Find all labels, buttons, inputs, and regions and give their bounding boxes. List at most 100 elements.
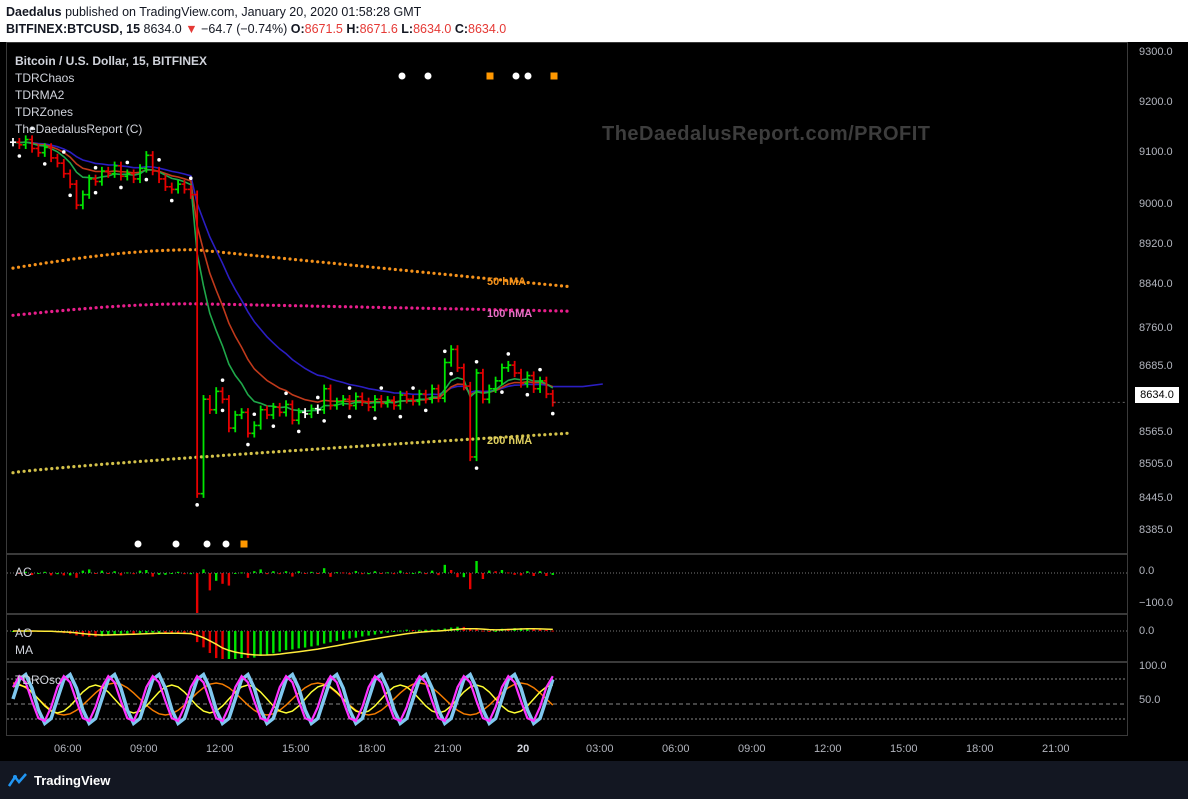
- ma200-dot: [377, 443, 381, 447]
- ma50-dot: [138, 250, 142, 254]
- ma200-dot: [61, 466, 65, 470]
- tradingview-brand[interactable]: TradingView: [34, 773, 110, 788]
- tdrosc-label[interactable]: TDROsc: [15, 673, 61, 687]
- ma200-dot: [210, 454, 214, 458]
- ma200-dot: [233, 453, 237, 457]
- ma200-dot: [155, 458, 159, 462]
- ac-bar: [284, 571, 288, 573]
- ma100-dot: [238, 303, 242, 307]
- ma50-dot: [415, 270, 419, 274]
- ao-bar: [481, 630, 485, 632]
- signal-dot: [203, 540, 211, 548]
- ao-bar: [399, 630, 402, 632]
- ma200-dot: [44, 467, 48, 471]
- tdrosc-svg[interactable]: [7, 663, 1128, 736]
- open-value: 8671.5: [304, 22, 343, 36]
- ma50-dot: [465, 275, 469, 279]
- time-tick: 18:00: [358, 743, 386, 755]
- legend-item-tdrma2[interactable]: TDRMA2: [15, 87, 207, 104]
- ao-pane[interactable]: AO MA: [6, 614, 1128, 662]
- ac-bar: [81, 570, 85, 573]
- ac-bar: [475, 561, 478, 573]
- legend-item-daedalus[interactable]: TheDaedalusReport (C): [15, 121, 207, 138]
- ao-bar: [202, 631, 205, 648]
- ac-bar: [157, 573, 161, 575]
- ma50-dot: [28, 263, 32, 268]
- ma50-dot: [111, 252, 115, 256]
- ma100-dot: [543, 309, 547, 313]
- ma100-dot: [360, 305, 364, 309]
- ac-pane[interactable]: AC: [6, 554, 1128, 614]
- signal-dot: [424, 72, 432, 80]
- fractal-dot: [252, 412, 257, 417]
- ma50-dot: [293, 258, 298, 262]
- ac-bar: [430, 570, 434, 573]
- signal-square: [550, 72, 558, 80]
- ma100-dot: [438, 307, 442, 311]
- tdrosc-axis: 100.0 50.0: [1129, 660, 1188, 736]
- ma200-dot: [177, 456, 181, 461]
- ma100-dot: [548, 309, 553, 313]
- ma100-dot: [210, 302, 214, 306]
- ma200-dot: [77, 464, 82, 468]
- ac-bar: [386, 572, 389, 574]
- tradingview-logo-icon[interactable]: [8, 772, 28, 788]
- ma100-dot: [432, 306, 436, 311]
- low-label: L:: [401, 22, 414, 36]
- time-tick: 09:00: [130, 743, 158, 755]
- price-axis[interactable]: 9300.0 9200.0 9100.0 9000.0 8920.0 8840.…: [1129, 42, 1188, 554]
- ac-bar: [526, 571, 529, 573]
- ma200-dot: [100, 462, 104, 466]
- ao-label[interactable]: AO: [15, 626, 32, 640]
- ma200-dot: [138, 459, 142, 463]
- ma50-dot: [393, 267, 397, 272]
- ma50-dot: [210, 249, 214, 253]
- publisher-name[interactable]: Daedalus: [6, 5, 62, 19]
- ac-bar: [272, 571, 275, 573]
- ma50-dot: [61, 258, 65, 263]
- ma200-dot: [310, 447, 314, 451]
- legend-item-tdrzones[interactable]: TDRZones: [15, 104, 207, 121]
- ac-bar: [234, 573, 237, 574]
- ma50-dot: [471, 275, 475, 279]
- ma200-dot: [277, 450, 281, 454]
- fractal-dot: [220, 378, 225, 382]
- ma50-dot: [233, 252, 237, 256]
- ma200-dot: [127, 460, 131, 464]
- ao-ma-label[interactable]: MA: [15, 643, 33, 657]
- fractal-dot: [93, 190, 98, 195]
- ma200-dot: [415, 441, 419, 445]
- legend-item-tdrchaos[interactable]: TDRChaos: [15, 70, 207, 87]
- ma200-dot: [454, 438, 458, 442]
- ma200-dot: [554, 432, 558, 436]
- ma200-dot: [105, 462, 109, 466]
- ac-histogram-svg[interactable]: [7, 555, 1128, 614]
- ma200-dot: [72, 465, 76, 469]
- ac-bar: [449, 570, 453, 573]
- ma200-dot: [321, 447, 325, 451]
- price-pane[interactable]: Bitcoin / U.S. Dollar, 15, BITFINEX TDRC…: [6, 42, 1128, 554]
- signal-dot: [222, 540, 230, 548]
- time-axis[interactable]: 06:00 09:00 12:00 15:00 18:00 21:00 20 0…: [6, 736, 1128, 761]
- ma200-dot: [305, 448, 309, 452]
- ma100-dot: [299, 304, 303, 308]
- tdrosc-pane[interactable]: TDROsc: [6, 662, 1128, 736]
- ma200-dot: [354, 444, 359, 449]
- ac-bar: [291, 573, 294, 577]
- ma50-dot: [282, 256, 287, 261]
- ao-histogram-svg[interactable]: [7, 615, 1128, 662]
- ma100-dot: [249, 303, 253, 307]
- ac-label[interactable]: AC: [15, 565, 32, 579]
- ac-bar: [392, 573, 396, 575]
- ma50-dot: [172, 248, 176, 252]
- ac-bar: [145, 570, 148, 573]
- ma200-dot: [111, 461, 115, 466]
- ma100-dot: [565, 309, 569, 313]
- ma100-dot: [61, 308, 65, 313]
- ma100-dot: [55, 309, 59, 313]
- tdrosc-tick: 100.0: [1139, 660, 1167, 672]
- ac-bar: [303, 573, 307, 574]
- ma200-dot: [404, 441, 408, 445]
- ac-bar: [37, 573, 40, 574]
- ma50-dot: [188, 248, 192, 252]
